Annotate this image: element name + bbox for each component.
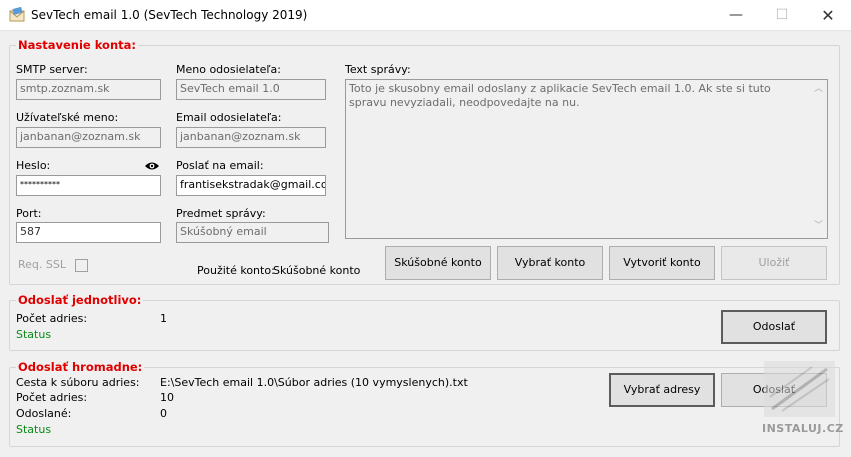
window-title: SevTech email 1.0 (SevTech Technology 20…	[31, 8, 308, 22]
single-send-group: Odoslať jednotlivo:	[9, 293, 840, 351]
close-button[interactable]: ✕	[805, 0, 851, 31]
message-label: Text správy:	[345, 63, 411, 76]
bulk-path-value: E:\SevTech email 1.0\Súbor adries (10 vy…	[160, 376, 468, 389]
single-count-value: 1	[160, 312, 167, 325]
used-account-value: Skúšobné konto	[273, 264, 361, 277]
ssl-checkbox[interactable]	[75, 259, 88, 272]
single-status: Status	[16, 328, 52, 341]
watermark-logo-icon	[764, 361, 835, 417]
bulk-sent-value: 0	[160, 407, 167, 420]
subject-field[interactable]: Skúšobný email	[176, 222, 329, 243]
sender-email-field[interactable]: janbanan@zoznam.sk	[176, 127, 326, 148]
title-bar: SevTech email 1.0 (SevTech Technology 20…	[0, 0, 851, 31]
create-account-button[interactable]: Vytvoriť konto	[609, 246, 715, 280]
username-field[interactable]: janbanan@zoznam.sk	[16, 127, 161, 148]
message-scrollbar[interactable]: ︿ ﹀	[810, 80, 827, 238]
sender-email-label: Email odosielateľa:	[176, 111, 282, 124]
choose-addresses-button[interactable]: Vybrať adresy	[609, 373, 715, 407]
envelope-icon	[9, 7, 25, 22]
scroll-down-icon[interactable]: ﹀	[810, 219, 827, 236]
bulk-status: Status	[16, 423, 52, 436]
scroll-up-icon[interactable]: ︿	[810, 82, 827, 99]
sender-name-field[interactable]: SevTech email 1.0	[176, 79, 326, 100]
port-label: Port:	[16, 207, 42, 220]
bulk-path-label: Cesta k súboru adries:	[16, 376, 140, 389]
username-label: Užívateľské meno:	[16, 111, 119, 124]
account-settings-legend: Nastavenie konta:	[16, 38, 138, 52]
single-send-button[interactable]: Odoslať	[721, 310, 827, 344]
password-field[interactable]: **********	[16, 175, 161, 196]
watermark: INSTALUJ.CZ	[762, 359, 844, 439]
smtp-label: SMTP server:	[16, 63, 88, 76]
message-text: Toto je skusobny email odoslany z aplika…	[349, 82, 771, 109]
bulk-count-label: Počet adries:	[16, 391, 88, 404]
send-to-label: Poslať na email:	[176, 159, 264, 172]
eye-icon[interactable]	[144, 161, 160, 171]
save-button[interactable]: Uložiť	[721, 246, 827, 280]
bulk-count-value: 10	[160, 391, 174, 404]
watermark-text: INSTALUJ.CZ	[762, 422, 844, 435]
test-account-button[interactable]: Skúšobné konto	[385, 246, 491, 280]
single-send-legend: Odoslať jednotlivo:	[16, 293, 144, 307]
ssl-label: Req. SSL	[18, 258, 66, 271]
maximize-button[interactable]: ☐	[759, 0, 805, 31]
send-to-field[interactable]: frantisekstradak@gmail.com	[176, 175, 326, 196]
port-field[interactable]: 587	[16, 222, 161, 243]
used-account-label: Použité konto:	[197, 264, 275, 277]
bulk-sent-label: Odoslané:	[16, 407, 72, 420]
bulk-send-legend: Odoslať hromadne:	[16, 360, 145, 374]
sender-name-label: Meno odosielateľa:	[176, 63, 281, 76]
choose-account-button[interactable]: Vybrať konto	[497, 246, 603, 280]
password-label: Heslo:	[16, 159, 51, 172]
subject-label: Predmet správy:	[176, 207, 266, 220]
smtp-field[interactable]: smtp.zoznam.sk	[16, 79, 161, 100]
message-textarea[interactable]: Toto je skusobny email odoslany z aplika…	[345, 79, 828, 239]
single-count-label: Počet adries:	[16, 312, 88, 325]
minimize-button[interactable]: —	[713, 0, 759, 31]
